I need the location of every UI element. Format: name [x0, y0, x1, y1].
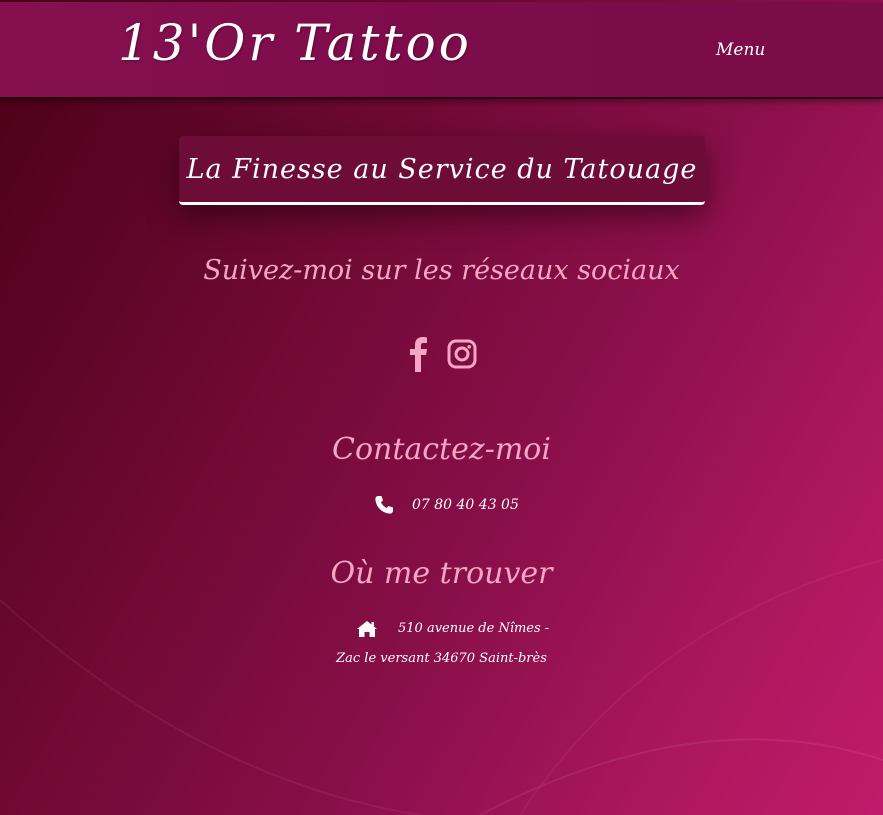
- menu-button[interactable]: Menu: [716, 40, 765, 60]
- home-icon: [357, 621, 377, 637]
- instagram-icon[interactable]: [446, 336, 478, 372]
- contact-heading: Contactez-moi: [332, 432, 551, 467]
- tagline-banner: La Finesse au Service du Tatouage: [179, 136, 705, 205]
- site-logo[interactable]: 13'Or Tattoo: [118, 14, 472, 72]
- phone-number-link[interactable]: 07 80 40 43 05: [412, 497, 519, 513]
- address-line-2: Zac le versant 34670 Saint-brès: [336, 651, 547, 666]
- location-heading: Où me trouver: [330, 556, 553, 591]
- background-decoration: [0, 559, 883, 815]
- address-line-1: 510 avenue de Nîmes -: [398, 621, 550, 636]
- tagline-text: La Finesse au Service du Tatouage: [186, 153, 698, 185]
- social-icons: [400, 336, 490, 372]
- social-heading: Suivez-moi sur les réseaux sociaux: [203, 255, 680, 286]
- phone-icon: [375, 496, 393, 514]
- header-bar: 13'Or Tattoo Menu: [0, 2, 883, 99]
- facebook-icon[interactable]: [403, 336, 435, 372]
